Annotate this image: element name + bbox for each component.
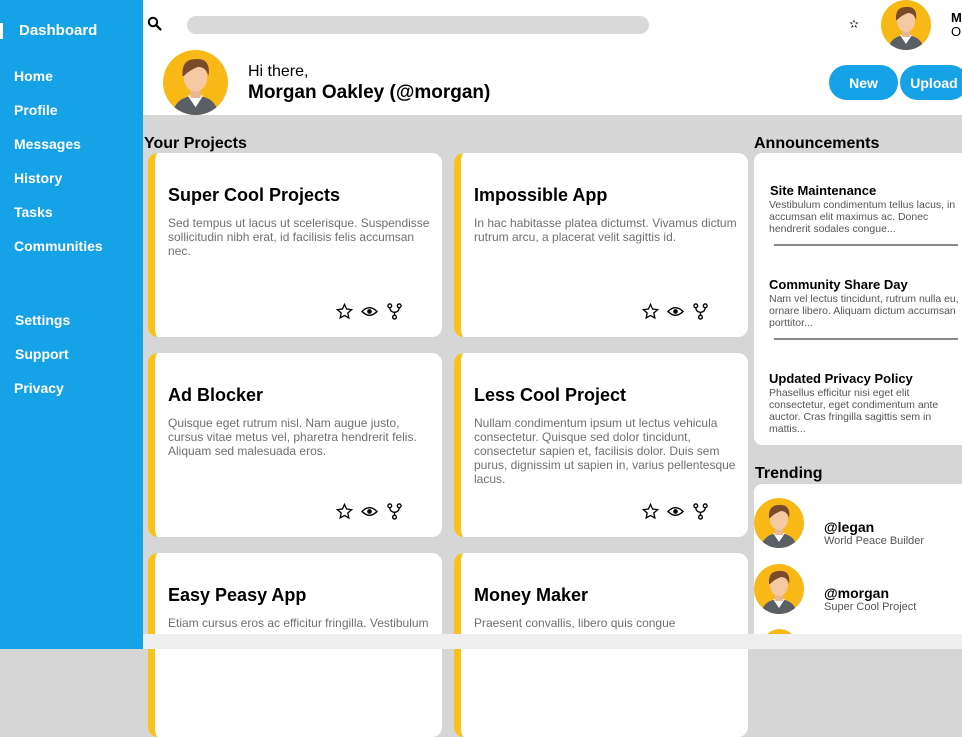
announcement-description: Nam vel lectus tincidunt, rutrum nulla e…: [769, 293, 959, 329]
profile-avatar-icon: [172, 59, 219, 115]
project-title: Ad Blocker: [168, 385, 264, 405]
user-avatar-icon: [761, 570, 797, 614]
divider: [774, 338, 958, 340]
sidebar-item-tasks[interactable]: Tasks: [14, 204, 53, 220]
project-title: Impossible App: [474, 185, 608, 205]
project-title: Money Maker: [474, 585, 589, 605]
sidebar: Dashboard Home Profile Messages History …: [0, 0, 143, 649]
profile-avatar: [163, 50, 228, 115]
announcements-heading: Announcements: [754, 135, 880, 152]
sidebar-item-communities[interactable]: Communities: [14, 238, 103, 254]
project-description: Praesent convallis, libero quis congue: [474, 616, 676, 630]
announcement-title[interactable]: Updated Privacy Policy: [769, 371, 913, 386]
sidebar-item-settings[interactable]: Settings: [15, 312, 70, 328]
user-name-initial: M: [951, 10, 962, 25]
sidebar-title-label: Dashboard: [19, 22, 98, 39]
fork-icon[interactable]: [386, 503, 403, 520]
announcement-description: Vestibulum condimentum tellus lacus, in …: [769, 199, 956, 235]
new-button[interactable]: New: [829, 65, 898, 100]
project-card[interactable]: Ad Blocker Quisque eget rutrum nisl. Nam…: [148, 353, 442, 537]
watch-icon[interactable]: [667, 303, 684, 320]
project-card[interactable]: Super Cool Projects Sed tempus ut lacus …: [148, 153, 442, 337]
user-name-initial-second: O: [951, 24, 962, 39]
sidebar-item-profile[interactable]: Profile: [14, 102, 58, 118]
project-description: In hac habitasse platea dictumst. Vivamu…: [474, 216, 737, 244]
sidebar-item-privacy[interactable]: Privacy: [14, 380, 64, 396]
upload-button[interactable]: Upload: [900, 65, 962, 100]
project-title: Super Cool Projects: [168, 185, 341, 205]
fork-icon[interactable]: [386, 303, 403, 320]
trending-panel: @legan World Peace Builder @morgan Super…: [754, 484, 962, 634]
avatar[interactable]: [754, 498, 804, 548]
watch-icon[interactable]: [361, 503, 378, 520]
sidebar-item-messages[interactable]: Messages: [14, 136, 81, 152]
watch-icon[interactable]: [361, 303, 378, 320]
sidebar-title[interactable]: Dashboard: [0, 22, 97, 39]
project-card[interactable]: Impossible App In hac habitasse platea d…: [454, 153, 748, 337]
user-avatar-icon: [888, 6, 924, 50]
trending-subtitle: World Peace Builder: [824, 535, 925, 547]
user-full-name: Morgan Oakley (@morgan): [248, 82, 491, 103]
star-icon[interactable]: [642, 503, 659, 520]
sidebar-indicator: [0, 22, 3, 39]
fork-icon[interactable]: [692, 303, 709, 320]
watch-icon[interactable]: [667, 503, 684, 520]
trending-handle[interactable]: @morgan: [824, 585, 889, 601]
star-icon[interactable]: [336, 303, 353, 320]
project-description: Quisque eget rutrum nisl. Nam augue just…: [168, 416, 417, 458]
project-card[interactable]: Less Cool Project Nullam condimentum ips…: [454, 353, 748, 537]
divider: [774, 244, 958, 246]
star-icon[interactable]: [642, 303, 659, 320]
user-avatar-icon: [761, 504, 797, 548]
avatar[interactable]: [881, 0, 931, 50]
trending-handle[interactable]: @legan: [824, 519, 874, 535]
announcements-panel: Site Maintenance Vestibulum condimentum …: [754, 153, 962, 445]
announcement-description: Phasellus efficitur nisi eget elit conse…: [769, 387, 939, 435]
trending-heading: Trending: [755, 465, 823, 482]
sidebar-item-home[interactable]: Home: [14, 68, 53, 84]
trending-subtitle: Super Cool Project: [824, 601, 917, 613]
project-description: Sed tempus ut lacus ut scelerisque. Susp…: [168, 216, 430, 258]
project-description: Etiam cursus eros ac efficitur fringilla…: [168, 616, 429, 630]
avatar[interactable]: [754, 564, 804, 614]
project-description: Nullam condimentum ipsum ut lectus vehic…: [474, 416, 736, 486]
star-icon[interactable]: [336, 503, 353, 520]
sidebar-item-history[interactable]: History: [14, 170, 62, 186]
project-title: Easy Peasy App: [168, 585, 307, 605]
horizontal-scrollbar[interactable]: [143, 634, 962, 649]
star-icon[interactable]: ✫: [849, 17, 859, 31]
search-icon[interactable]: [147, 16, 163, 32]
announcement-title[interactable]: Community Share Day: [769, 277, 908, 292]
sidebar-item-support[interactable]: Support: [15, 346, 69, 362]
projects-heading: Your Projects: [144, 135, 247, 152]
fork-icon[interactable]: [692, 503, 709, 520]
project-title: Less Cool Project: [474, 385, 627, 405]
announcement-title[interactable]: Site Maintenance: [770, 183, 876, 198]
greeting-text: Hi there,: [248, 63, 309, 80]
search-input[interactable]: [187, 16, 649, 34]
